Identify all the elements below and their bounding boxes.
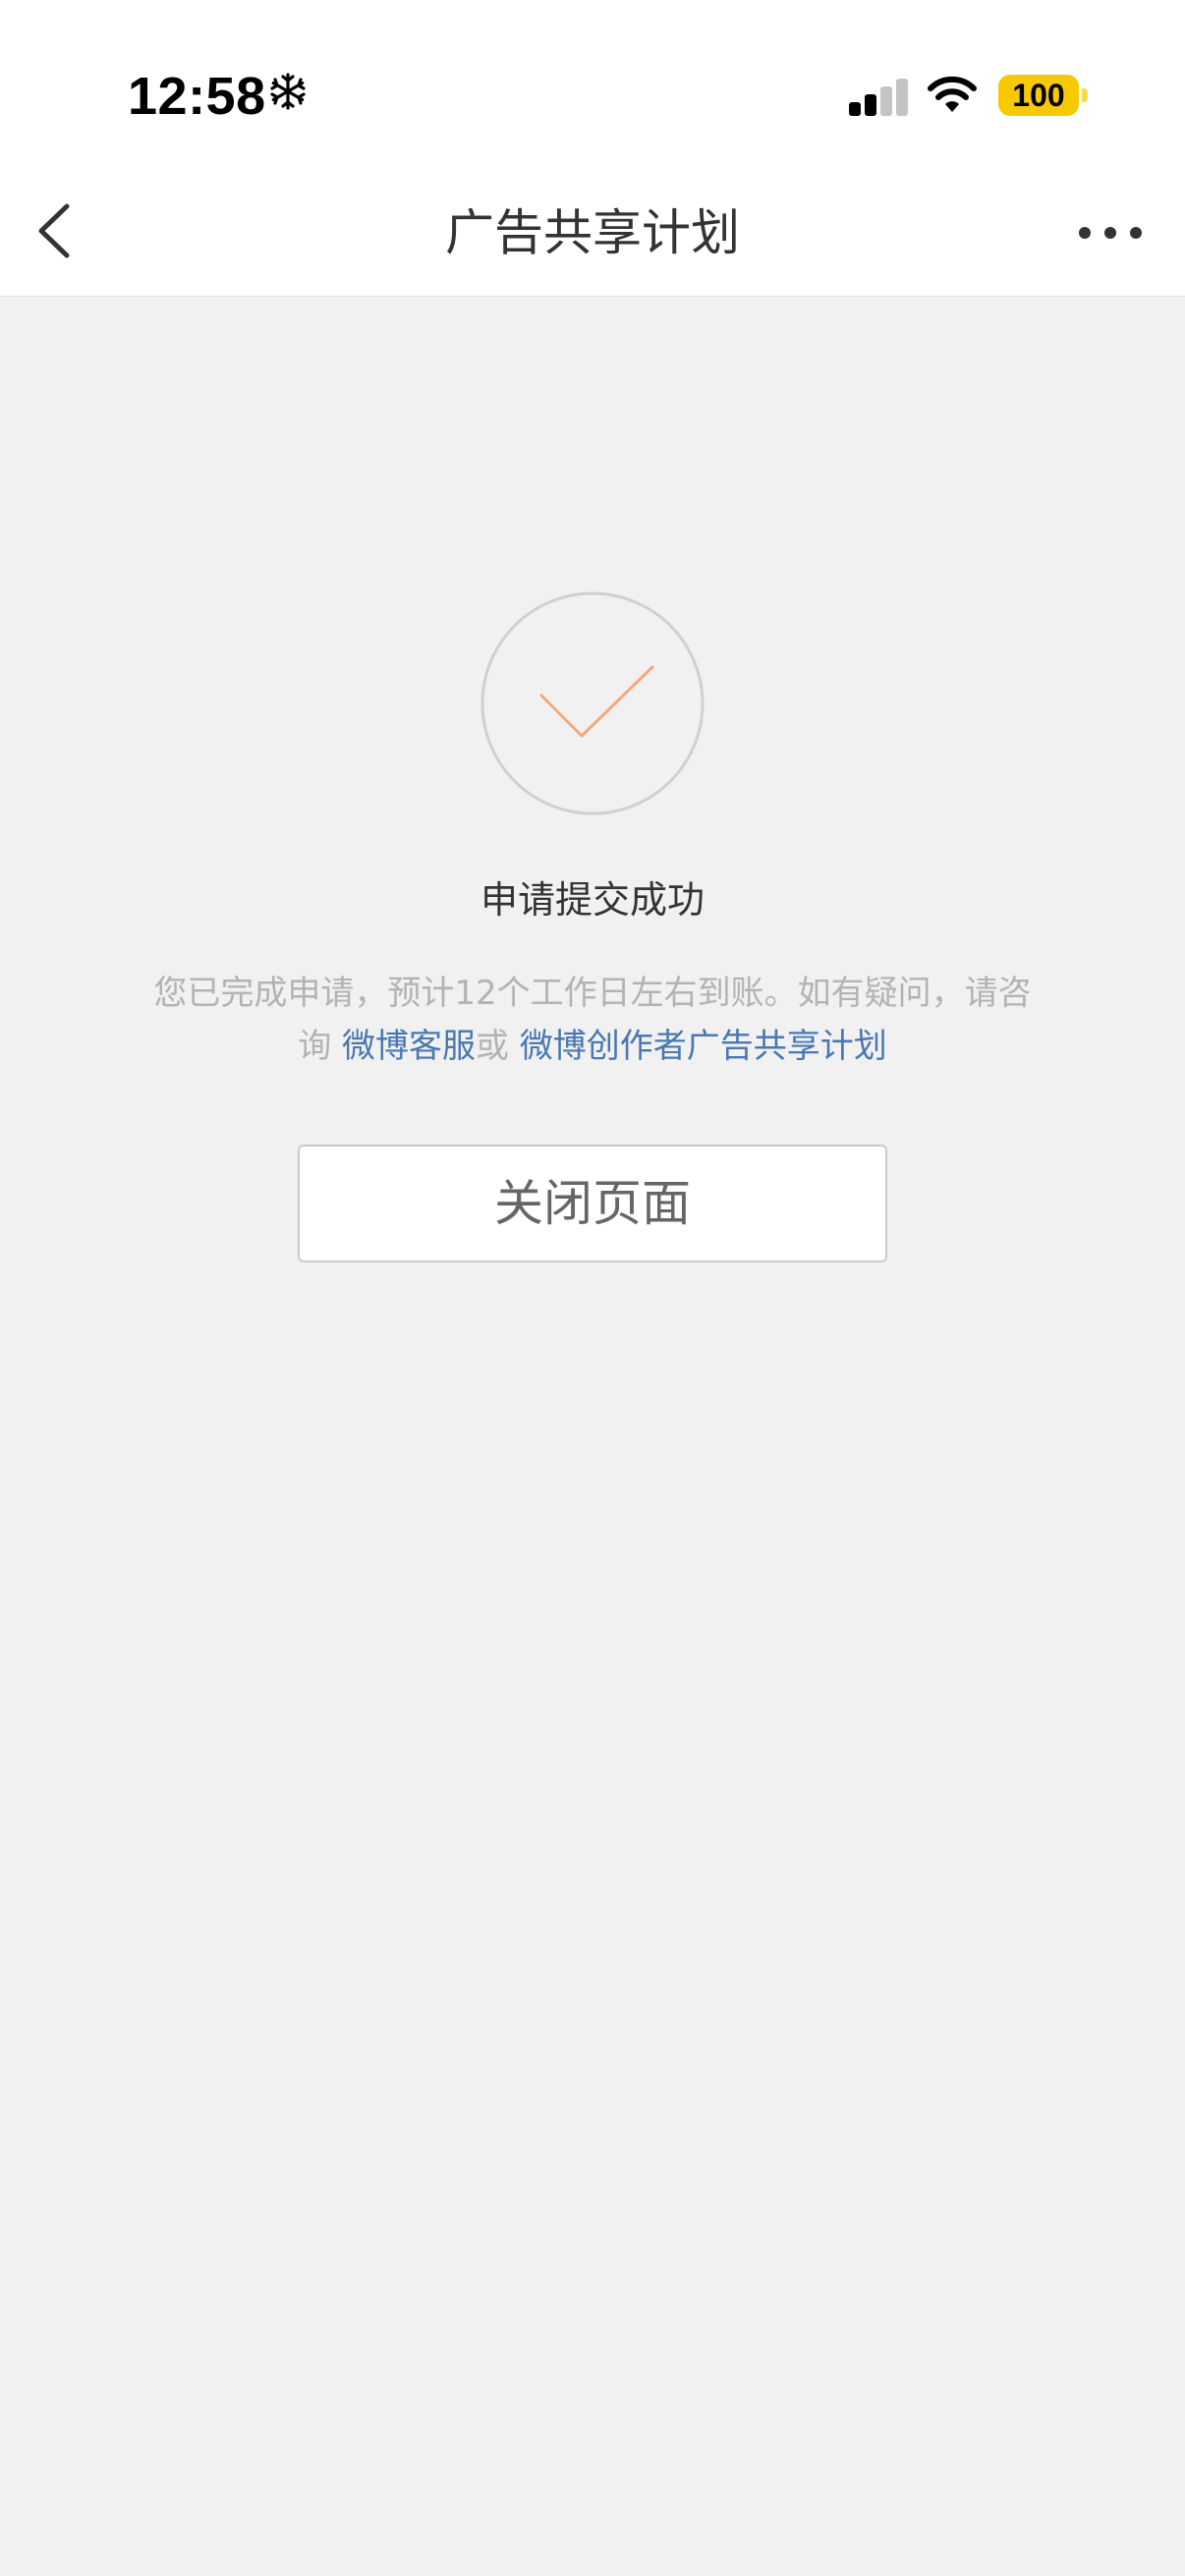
status-bar: 12:58 100 — [0, 0, 1185, 167]
battery-tip — [1082, 88, 1088, 102]
wifi-icon — [928, 76, 977, 112]
chevron-left-icon[interactable] — [24, 196, 92, 265]
battery-indicator: 100 — [998, 75, 1079, 116]
result-description: 您已完成申请，预计12个工作日左右到账。如有疑问，请咨询 微博客服或 微博创作者… — [138, 967, 1047, 1073]
desc-or: 或 — [476, 1027, 520, 1066]
status-time: 12:58 — [128, 67, 266, 126]
close-page-button[interactable]: 关闭页面 — [298, 1145, 887, 1262]
more-dots-icon[interactable] — [1071, 206, 1150, 257]
nav-bar: 广告共享计划 — [0, 167, 1185, 297]
customer-service-link[interactable]: 微博客服 — [342, 1027, 476, 1066]
screen: 12:58 100 广告共享计划 申请提交成功 您已完成申请，预计12个工作日左… — [0, 0, 1185, 2576]
ad-share-plan-link[interactable]: 微博创作者广告共享计划 — [520, 1027, 887, 1066]
snowflake-icon — [270, 73, 306, 110]
cellular-signal-icon — [849, 79, 908, 116]
success-title: 申请提交成功 — [480, 878, 705, 922]
check-circle-icon — [480, 591, 705, 815]
page-title: 广告共享计划 — [445, 204, 740, 261]
